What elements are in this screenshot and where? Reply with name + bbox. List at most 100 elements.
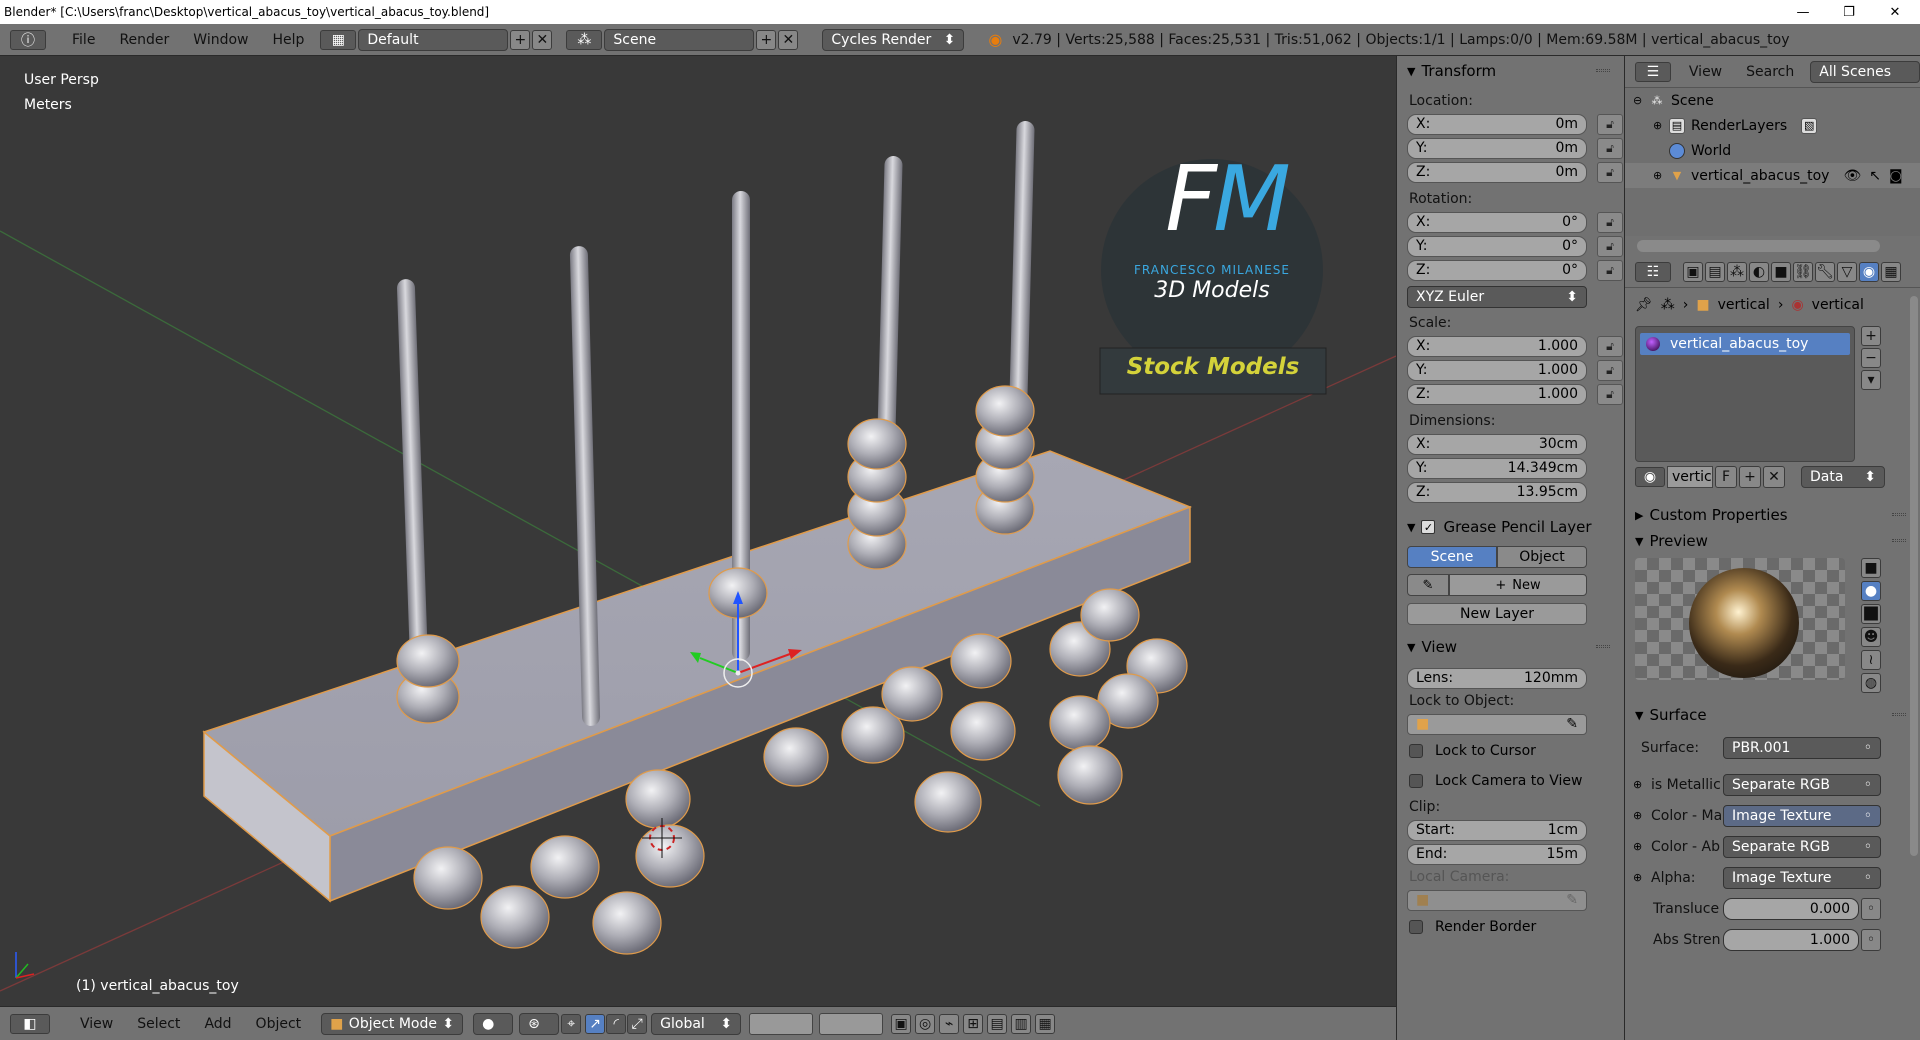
panel-grip-icon[interactable] [1892, 713, 1906, 716]
rotation-mode-dropdown[interactable]: XYZ Euler ⬍ [1407, 286, 1587, 308]
outliner-row-scene[interactable]: ⊖ ⁂ Scene [1625, 88, 1920, 113]
panel-grip-icon[interactable] [1596, 69, 1610, 72]
preview-hair-icon[interactable]: ≀ [1861, 650, 1881, 670]
menu-help[interactable]: Help [260, 32, 316, 48]
scale-manipulator-icon[interactable]: ⤢ [627, 1013, 648, 1034]
expand-icon[interactable]: ⊕ [1653, 119, 1669, 132]
modifiers-tab-icon[interactable]: 🔧︎ [1815, 261, 1835, 282]
abs-strength-field[interactable]: 1.000 [1723, 928, 1859, 951]
rotate-manipulator-icon[interactable]: ◜ [606, 1013, 627, 1034]
scale-x-field[interactable]: X: 1.000 [1407, 335, 1587, 357]
tab-scene[interactable]: Scene [1407, 546, 1497, 568]
lock-icon[interactable]: 🔓︎ [1597, 259, 1623, 281]
lock-camera-row[interactable]: Lock Camera to View [1397, 766, 1624, 796]
scene-icon[interactable]: ⁂ [566, 29, 603, 50]
custom-properties-header[interactable]: ▶ Custom Properties [1625, 502, 1920, 528]
location-x-field[interactable]: X: 0m [1407, 113, 1587, 135]
socket-link-icon[interactable]: ◦ [1861, 897, 1881, 920]
orientation-dropdown[interactable]: Global ⬍ [651, 1012, 742, 1035]
render-border-checkbox[interactable] [1409, 920, 1423, 934]
expand-input-icon[interactable]: ⊕ [1633, 871, 1645, 884]
link-dropdown[interactable]: Data ⬍ [1801, 466, 1885, 488]
tab-object[interactable]: Object [1497, 546, 1587, 568]
location-y-field[interactable]: Y: 0m [1407, 137, 1587, 159]
scale-y-field[interactable]: Y: 1.000 [1407, 359, 1587, 381]
outliner-scrollbar[interactable] [1637, 240, 1880, 252]
menu-object[interactable]: Object [244, 1016, 314, 1032]
rotation-x-field[interactable]: X: 0° [1407, 211, 1587, 233]
outliner-menu-search[interactable]: Search [1734, 64, 1806, 80]
expand-input-icon[interactable]: ⊕ [1633, 840, 1645, 853]
panel-grip-icon[interactable] [1892, 513, 1906, 516]
preview-cube-icon[interactable]: ⬛︎ [1861, 604, 1881, 624]
render-animation-icon[interactable]: ▥ [1011, 1013, 1032, 1034]
preview-sky-icon[interactable]: ◍ [1861, 673, 1881, 693]
clip-end-field[interactable]: End: 15m [1407, 843, 1587, 865]
scale-z-field[interactable]: Z: 1.000 [1407, 383, 1587, 405]
lock-camera-checkbox[interactable] [1409, 774, 1423, 788]
pin-icon[interactable]: 📌︎ [1635, 297, 1653, 313]
menu-render[interactable]: Render [107, 32, 181, 48]
material-slot-selected[interactable]: vertical_abacus_toy [1640, 333, 1850, 355]
editor-type-info-icon[interactable]: ⓘ [10, 29, 46, 50]
input-node-field[interactable]: Image Texture ◦ [1723, 866, 1881, 889]
manipulator-toggle-icon[interactable]: ⌖ [561, 1013, 582, 1034]
breadcrumb-object[interactable]: vertical [1718, 297, 1770, 313]
breadcrumb-material[interactable]: vertical [1812, 297, 1864, 313]
remove-layout-icon[interactable]: ✕ [532, 29, 553, 50]
pivot-dropdown[interactable]: ⊛ [519, 1012, 560, 1035]
preview-sphere-icon[interactable]: ● [1861, 581, 1881, 601]
view-panel-header[interactable]: ▼ View [1397, 634, 1624, 660]
new-material-icon[interactable]: + [1739, 466, 1761, 488]
lock-icon[interactable]: 🔓︎ [1597, 335, 1623, 357]
input-node-field[interactable]: Separate RGB ◦ [1723, 773, 1881, 796]
expand-icon[interactable]: ⊕ [1653, 169, 1669, 182]
renderlayers-tab-icon[interactable]: ▤ [1705, 261, 1725, 282]
texture-tab-icon[interactable]: ▦ [1881, 261, 1901, 282]
render-engine-dropdown[interactable]: Cycles Render ⬍ [822, 28, 965, 51]
render-tab-icon[interactable]: ▣ [1683, 261, 1703, 282]
add-slot-icon[interactable]: + [1861, 326, 1881, 346]
lock-icon[interactable]: 🔓︎ [1597, 383, 1623, 405]
scene-tab-icon[interactable]: ⁂ [1727, 261, 1747, 282]
menu-add[interactable]: Add [192, 1016, 243, 1032]
scene-field[interactable]: Scene [604, 28, 755, 51]
visibility-eye-icon[interactable]: 👁︎ [1843, 168, 1861, 184]
mode-dropdown[interactable]: ■ Object Mode ⬍ [321, 1012, 464, 1035]
close-button[interactable]: ✕ [1872, 0, 1918, 24]
preview-header[interactable]: ▼ Preview [1625, 528, 1920, 554]
surface-node-field[interactable]: PBR.001 ◦ [1723, 736, 1881, 759]
expand-input-icon[interactable]: ⊕ [1633, 778, 1645, 791]
world-tab-icon[interactable]: ◐ [1749, 261, 1769, 282]
outliner-menu-view[interactable]: View [1677, 64, 1734, 80]
editor-type-3dview-icon[interactable]: ◧ [10, 1013, 50, 1034]
material-tab-icon[interactable]: ◉ [1859, 261, 1879, 282]
location-z-field[interactable]: Z: 0m [1407, 161, 1587, 183]
lock-icon[interactable]: 🔓︎ [1597, 235, 1623, 257]
rotation-y-field[interactable]: Y: 0° [1407, 235, 1587, 257]
menu-window[interactable]: Window [181, 32, 260, 48]
fake-user-button[interactable]: F [1715, 466, 1737, 488]
editor-type-properties-icon[interactable]: ☷ [1635, 261, 1671, 282]
lock-cursor-row[interactable]: Lock to Cursor [1397, 736, 1624, 766]
expand-input-icon[interactable]: ⊕ [1633, 809, 1645, 822]
maximize-button[interactable]: ❐ [1826, 0, 1872, 24]
minimize-button[interactable]: — [1780, 0, 1826, 24]
slot-specials-icon[interactable]: ▾ [1861, 370, 1881, 390]
lock-object-field[interactable]: ■ ✎ [1407, 713, 1587, 735]
rotation-z-field[interactable]: Z: 0° [1407, 259, 1587, 281]
translucency-field[interactable]: 0.000 [1723, 897, 1859, 920]
grease-pencil-checkbox[interactable]: ✓ [1421, 520, 1436, 534]
lock-icon[interactable]: 🔓︎ [1597, 359, 1623, 381]
lock-icon[interactable]: 🔓︎ [1597, 161, 1623, 183]
gp-new-button[interactable]: + New [1449, 574, 1587, 596]
translate-manipulator-icon[interactable]: ↗ [585, 1013, 606, 1034]
dimensions-z-field[interactable]: Z: 13.95cm [1407, 481, 1587, 503]
editor-type-outliner-icon[interactable]: ☰ [1635, 61, 1671, 82]
lens-field[interactable]: Lens: 120mm [1407, 667, 1587, 689]
render-border-row[interactable]: Render Border [1397, 912, 1624, 942]
menu-file[interactable]: File [60, 32, 107, 48]
preview-monkey-icon[interactable]: ☻ [1861, 627, 1881, 647]
properties-scrollbar[interactable] [1910, 296, 1918, 856]
menu-select[interactable]: Select [125, 1016, 192, 1032]
